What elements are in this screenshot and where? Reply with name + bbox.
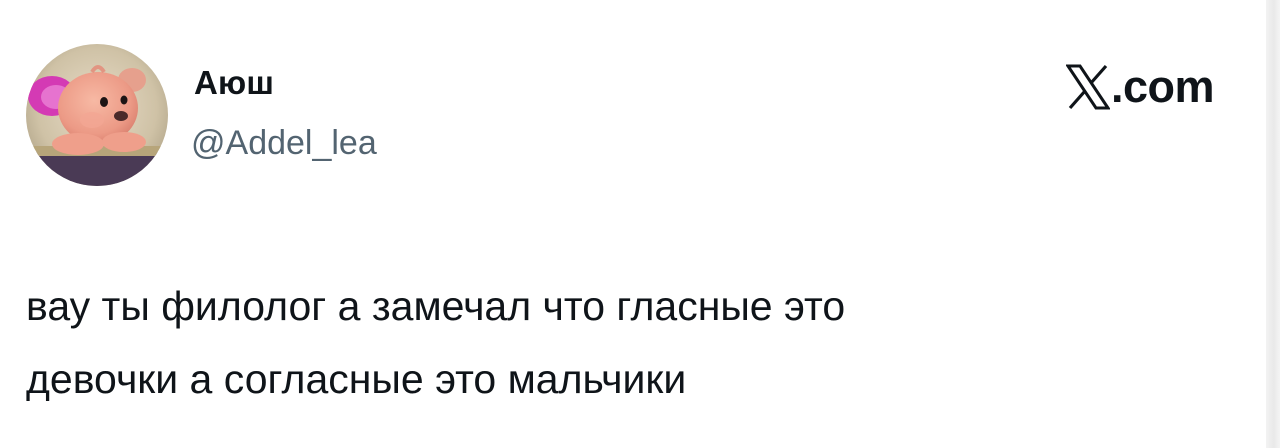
author-display-name[interactable]: Аюш xyxy=(194,64,274,102)
brand-suffix: .com xyxy=(1110,61,1215,112)
pink-bear-avatar-icon xyxy=(26,44,168,186)
x-com-brand[interactable]: .com xyxy=(1065,61,1215,112)
tweet-text-line: вау ты филолог а замечал что гласные это xyxy=(26,283,846,329)
author-handle[interactable]: @Addel_lea xyxy=(191,124,377,163)
right-edge-divider xyxy=(1266,0,1280,448)
tweet-card: Аюш @Addel_lea .com вау ты филолог а зам… xyxy=(0,0,1266,448)
tweet-text: вау ты филолог а замечал что гласные это… xyxy=(26,270,1226,416)
x-logo-icon xyxy=(1065,64,1110,110)
tweet-text-line: девочки а согласные это мальчики xyxy=(26,356,687,402)
author-avatar[interactable] xyxy=(26,44,168,186)
